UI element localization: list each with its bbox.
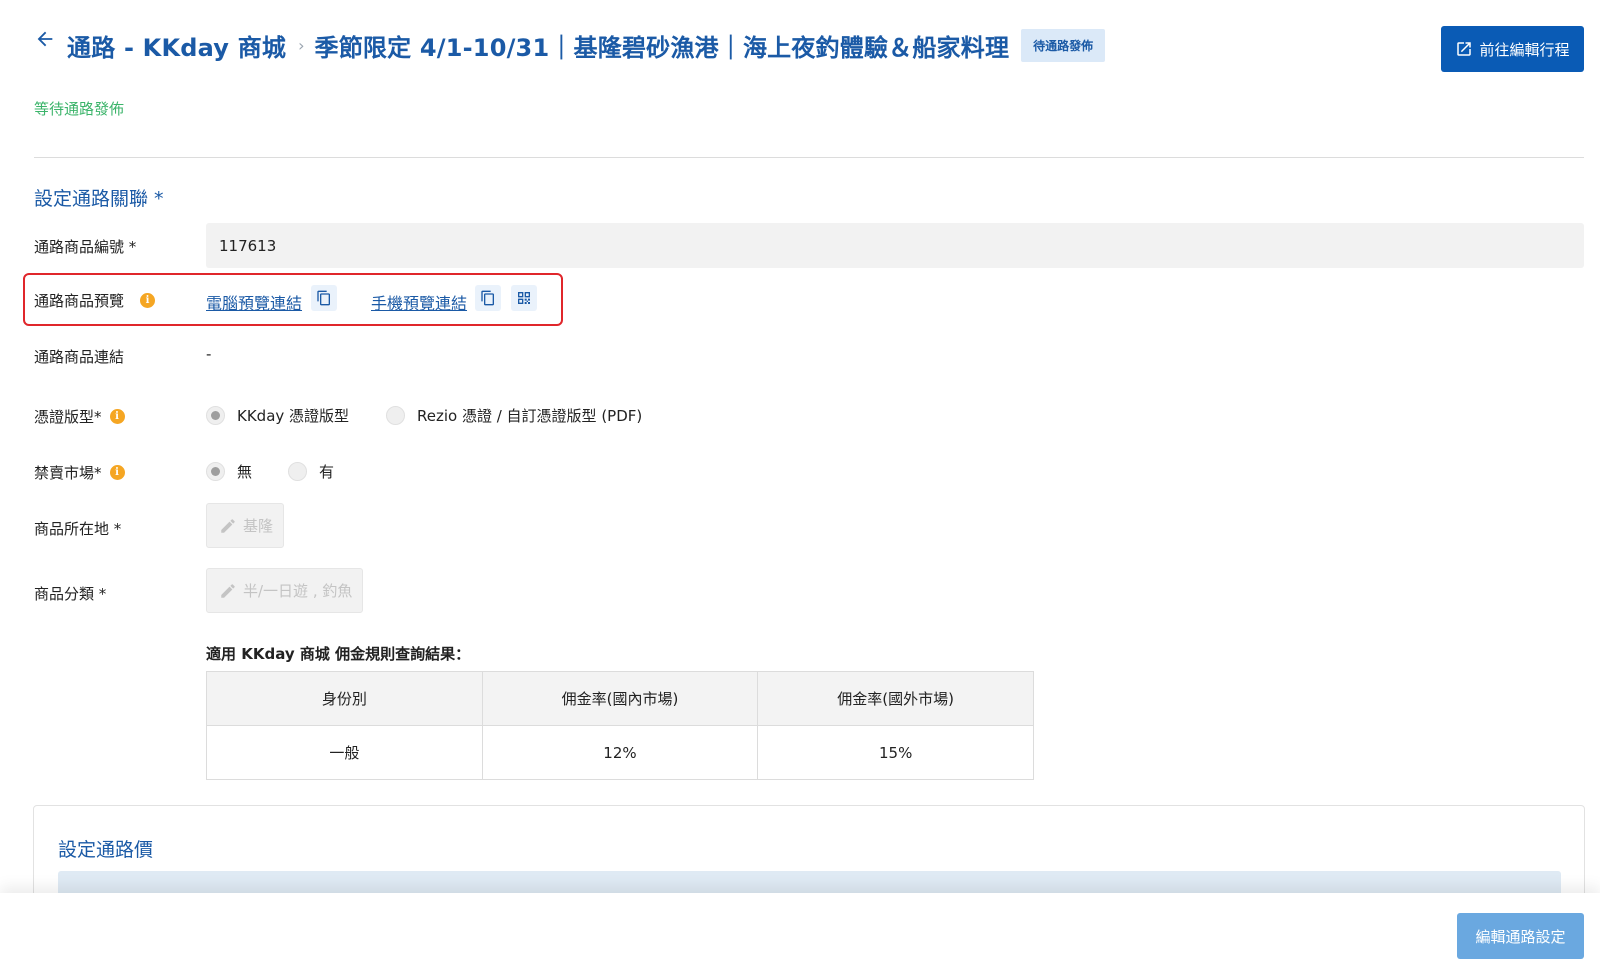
status-badge: 待通路發佈 [1021,29,1106,62]
table-cell: 一般 [206,725,483,780]
voucher-type-label: 憑證版型* i [34,406,125,427]
edit-itinerary-label: 前往編輯行程 [1479,40,1570,59]
pencil-icon [221,583,235,598]
category-value: 半/一日遊 , 釣魚 [243,582,353,600]
radio-checked-icon [206,462,225,481]
copy-icon [317,290,330,306]
radio-voucher-rezio[interactable]: Rezio 憑證 / 自訂憑證版型 (PDF) [386,405,642,426]
table-header-cell: 身份別 [206,671,483,726]
radio-voucher-kkday[interactable]: KKday 憑證版型 [206,405,349,426]
radio-market-none[interactable]: 無 [206,461,252,482]
commission-table: 身份別 佣金率(國內市場) 佣金率(國外市場) 一般 12% 15% [206,671,1034,780]
back-arrow-icon[interactable] [34,28,56,50]
radio-unchecked-icon [386,406,405,425]
table-cell: 15% [757,725,1034,780]
location-edit-button[interactable]: 基隆 [206,503,285,548]
price-section-card: 設定通路價 [33,805,1585,905]
radio-market-none-label: 無 [237,463,253,481]
table-row: 一般 12% 15% [206,725,1034,780]
product-title: 季節限定 4/1-10/31｜基隆碧砂漁港｜海上夜釣體驗＆船家料理 [314,34,1010,62]
page-title: 通路 - KKday 商城 › 季節限定 4/1-10/31｜基隆碧砂漁港｜海上… [67,28,1106,63]
section-title-channel-price: 設定通路價 [58,839,154,861]
radio-market-yes-label: 有 [319,463,335,481]
location-value: 基隆 [243,517,274,535]
radio-voucher-kkday-label: KKday 憑證版型 [237,407,350,425]
restricted-market-label-text: 禁賣市場* [34,464,102,482]
preview-label-text: 通路商品預覽 [34,292,125,310]
info-icon[interactable]: i [140,293,156,308]
radio-unchecked-icon [288,462,307,481]
category-edit-button[interactable]: 半/一日遊 , 釣魚 [206,568,364,613]
restricted-market-label: 禁賣市場* i [34,462,125,483]
qr-code-icon [518,292,530,304]
breadcrumb-separator: › [298,36,305,55]
external-link-icon [1457,42,1472,56]
info-icon[interactable]: i [109,409,125,424]
table-header-cell: 佣金率(國外市場) [757,671,1034,726]
category-label-text: 商品分類 * [34,585,107,603]
table-header-row: 身份別 佣金率(國內市場) 佣金率(國外市場) [206,671,1034,726]
radio-checked-icon [206,406,225,425]
voucher-type-label-text: 憑證版型* [34,408,102,426]
divider [34,157,1584,158]
edit-itinerary-button[interactable]: 前往編輯行程 [1441,26,1584,72]
copy-icon [481,290,494,306]
mobile-preview-link[interactable]: 手機預覽連結 [371,290,467,314]
pencil-icon [221,518,235,533]
product-id-label-text: 通路商品編號 * [34,238,137,256]
product-link-label-text: 通路商品連結 [34,348,125,366]
qr-code-button[interactable] [511,285,537,311]
product-id-field: 117613 [206,223,1584,268]
product-link-value: - [206,345,212,363]
location-label-text: 商品所在地 * [34,520,122,538]
table-cell: 12% [481,725,759,780]
copy-desktop-link-button[interactable] [311,285,337,311]
channel-title: 通路 - KKday 商城 [67,34,287,62]
info-icon[interactable]: i [109,465,125,480]
location-label: 商品所在地 * [34,518,121,539]
section-title-channel-link: 設定通路關聯 * [34,188,164,210]
desktop-preview-link[interactable]: 電腦預覽連結 [206,290,302,314]
edit-channel-settings-button[interactable]: 編輯通路設定 [1457,913,1584,959]
category-label: 商品分類 * [34,583,106,604]
footer-bar: 編輯通路設定 [0,893,1600,963]
product-id-label: 通路商品編號 * [34,236,136,257]
preview-label: 通路商品預覽 i [34,290,156,311]
table-header-cell: 佣金率(國內市場) [481,671,759,726]
product-link-label: 通路商品連結 [34,346,124,367]
commission-title: 適用 KKday 商城 佣金規則查詢結果： [206,645,471,663]
copy-mobile-link-button[interactable] [475,285,501,311]
publish-status-text: 等待通路發佈 [34,100,125,118]
page-header: 通路 - KKday 商城 › 季節限定 4/1-10/31｜基隆碧砂漁港｜海上… [0,0,1600,90]
radio-voucher-rezio-label: Rezio 憑證 / 自訂憑證版型 (PDF) [417,407,643,425]
radio-market-yes[interactable]: 有 [288,461,334,482]
